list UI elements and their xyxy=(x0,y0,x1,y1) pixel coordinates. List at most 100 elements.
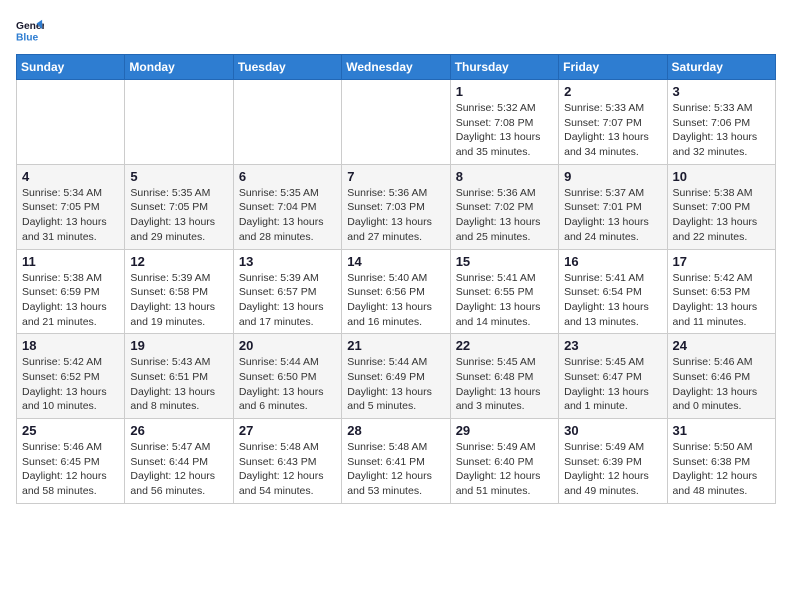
day-number: 21 xyxy=(347,338,444,353)
calendar-cell: 2Sunrise: 5:33 AM Sunset: 7:07 PM Daylig… xyxy=(559,80,667,165)
day-info: Sunrise: 5:48 AM Sunset: 6:43 PM Dayligh… xyxy=(239,440,336,499)
day-number: 1 xyxy=(456,84,553,99)
calendar-day-header: Thursday xyxy=(450,55,558,80)
calendar-week-row: 4 Sunrise: 5:34 AM Sunset: 7:05 PM Daylig… xyxy=(17,164,776,249)
day-number: 11 xyxy=(22,254,119,269)
calendar-cell: 6 Sunrise: 5:35 AM Sunset: 7:04 PM Daylig… xyxy=(233,164,341,249)
day-info: Sunrise: 5:37 AM Sunset: 7:01 PM Dayligh… xyxy=(564,186,661,245)
calendar-cell: 11 Sunrise: 5:38 AM Sunset: 6:59 PM Dayli… xyxy=(17,249,125,334)
day-info: Sunrise: 5:39 AM Sunset: 6:57 PM Dayligh… xyxy=(239,271,336,330)
day-info: Sunrise: 5:45 AM Sunset: 6:48 PM Dayligh… xyxy=(456,355,553,414)
calendar-cell: 29 Sunrise: 5:49 AM Sunset: 6:40 PM Dayli… xyxy=(450,419,558,504)
calendar-cell: 23 Sunrise: 5:45 AM Sunset: 6:47 PM Dayli… xyxy=(559,334,667,419)
calendar-cell: 28Sunrise: 5:48 AM Sunset: 6:41 PM Dayli… xyxy=(342,419,450,504)
calendar-week-row: 1 Sunrise: 5:32 AM Sunset: 7:08 PM Daylig… xyxy=(17,80,776,165)
day-number: 5 xyxy=(130,169,227,184)
day-info: Sunrise: 5:43 AM Sunset: 6:51 PM Dayligh… xyxy=(130,355,227,414)
day-number: 30 xyxy=(564,423,661,438)
day-number: 16 xyxy=(564,254,661,269)
calendar-cell: 17 Sunrise: 5:42 AM Sunset: 6:53 PM Dayli… xyxy=(667,249,775,334)
calendar-body: 1 Sunrise: 5:32 AM Sunset: 7:08 PM Daylig… xyxy=(17,80,776,504)
day-number: 20 xyxy=(239,338,336,353)
day-info: Sunrise: 5:41 AM Sunset: 6:54 PM Dayligh… xyxy=(564,271,661,330)
day-number: 15 xyxy=(456,254,553,269)
calendar-cell xyxy=(342,80,450,165)
day-number: 9 xyxy=(564,169,661,184)
calendar-day-header: Monday xyxy=(125,55,233,80)
calendar-header-row: SundayMondayTuesdayWednesdayThursdayFrid… xyxy=(17,55,776,80)
day-number: 23 xyxy=(564,338,661,353)
calendar-cell: 13 Sunrise: 5:39 AM Sunset: 6:57 PM Dayli… xyxy=(233,249,341,334)
day-info: Sunrise: 5:50 AM Sunset: 6:38 PM Dayligh… xyxy=(673,440,770,499)
day-info: Sunrise: 5:42 AM Sunset: 6:52 PM Dayligh… xyxy=(22,355,119,414)
day-info: Sunrise: 5:49 AM Sunset: 6:39 PM Dayligh… xyxy=(564,440,661,499)
calendar-cell: 3Sunrise: 5:33 AM Sunset: 7:06 PM Daylig… xyxy=(667,80,775,165)
day-info: Sunrise: 5:48 AM Sunset: 6:41 PM Dayligh… xyxy=(347,440,444,499)
calendar-cell: 8 Sunrise: 5:36 AM Sunset: 7:02 PM Daylig… xyxy=(450,164,558,249)
calendar-cell: 14 Sunrise: 5:40 AM Sunset: 6:56 PM Dayli… xyxy=(342,249,450,334)
day-info: Sunrise: 5:38 AM Sunset: 6:59 PM Dayligh… xyxy=(22,271,119,330)
calendar-cell: 10Sunrise: 5:38 AM Sunset: 7:00 PM Dayli… xyxy=(667,164,775,249)
calendar-cell: 12 Sunrise: 5:39 AM Sunset: 6:58 PM Dayli… xyxy=(125,249,233,334)
calendar-cell: 5Sunrise: 5:35 AM Sunset: 7:05 PM Daylig… xyxy=(125,164,233,249)
day-info: Sunrise: 5:40 AM Sunset: 6:56 PM Dayligh… xyxy=(347,271,444,330)
day-info: Sunrise: 5:41 AM Sunset: 6:55 PM Dayligh… xyxy=(456,271,553,330)
day-info: Sunrise: 5:39 AM Sunset: 6:58 PM Dayligh… xyxy=(130,271,227,330)
logo-icon: General Blue xyxy=(16,16,44,44)
calendar-day-header: Saturday xyxy=(667,55,775,80)
day-info: Sunrise: 5:32 AM Sunset: 7:08 PM Dayligh… xyxy=(456,101,553,160)
day-number: 13 xyxy=(239,254,336,269)
day-number: 25 xyxy=(22,423,119,438)
calendar-cell xyxy=(233,80,341,165)
calendar-cell: 22Sunrise: 5:45 AM Sunset: 6:48 PM Dayli… xyxy=(450,334,558,419)
calendar-cell: 24Sunrise: 5:46 AM Sunset: 6:46 PM Dayli… xyxy=(667,334,775,419)
calendar-cell: 31 Sunrise: 5:50 AM Sunset: 6:38 PM Dayli… xyxy=(667,419,775,504)
day-number: 26 xyxy=(130,423,227,438)
day-number: 14 xyxy=(347,254,444,269)
calendar-cell: 21 Sunrise: 5:44 AM Sunset: 6:49 PM Dayli… xyxy=(342,334,450,419)
day-info: Sunrise: 5:42 AM Sunset: 6:53 PM Dayligh… xyxy=(673,271,770,330)
day-number: 31 xyxy=(673,423,770,438)
day-info: Sunrise: 5:36 AM Sunset: 7:02 PM Dayligh… xyxy=(456,186,553,245)
calendar-cell: 26Sunrise: 5:47 AM Sunset: 6:44 PM Dayli… xyxy=(125,419,233,504)
day-number: 8 xyxy=(456,169,553,184)
day-number: 6 xyxy=(239,169,336,184)
day-info: Sunrise: 5:34 AM Sunset: 7:05 PM Dayligh… xyxy=(22,186,119,245)
day-info: Sunrise: 5:36 AM Sunset: 7:03 PM Dayligh… xyxy=(347,186,444,245)
day-info: Sunrise: 5:49 AM Sunset: 6:40 PM Dayligh… xyxy=(456,440,553,499)
calendar-day-header: Sunday xyxy=(17,55,125,80)
calendar-day-header: Wednesday xyxy=(342,55,450,80)
calendar-day-header: Tuesday xyxy=(233,55,341,80)
day-info: Sunrise: 5:45 AM Sunset: 6:47 PM Dayligh… xyxy=(564,355,661,414)
calendar-cell: 7 Sunrise: 5:36 AM Sunset: 7:03 PM Daylig… xyxy=(342,164,450,249)
calendar-cell: 27 Sunrise: 5:48 AM Sunset: 6:43 PM Dayli… xyxy=(233,419,341,504)
day-number: 17 xyxy=(673,254,770,269)
calendar-week-row: 11 Sunrise: 5:38 AM Sunset: 6:59 PM Dayli… xyxy=(17,249,776,334)
calendar-cell: 1 Sunrise: 5:32 AM Sunset: 7:08 PM Daylig… xyxy=(450,80,558,165)
day-number: 29 xyxy=(456,423,553,438)
day-info: Sunrise: 5:44 AM Sunset: 6:49 PM Dayligh… xyxy=(347,355,444,414)
calendar-table: SundayMondayTuesdayWednesdayThursdayFrid… xyxy=(16,54,776,504)
page-header: General Blue xyxy=(16,16,776,44)
calendar-cell: 19 Sunrise: 5:43 AM Sunset: 6:51 PM Dayli… xyxy=(125,334,233,419)
day-number: 4 xyxy=(22,169,119,184)
calendar-day-header: Friday xyxy=(559,55,667,80)
day-number: 3 xyxy=(673,84,770,99)
day-info: Sunrise: 5:35 AM Sunset: 7:04 PM Dayligh… xyxy=(239,186,336,245)
calendar-week-row: 25 Sunrise: 5:46 AM Sunset: 6:45 PM Dayli… xyxy=(17,419,776,504)
day-info: Sunrise: 5:44 AM Sunset: 6:50 PM Dayligh… xyxy=(239,355,336,414)
day-info: Sunrise: 5:46 AM Sunset: 6:45 PM Dayligh… xyxy=(22,440,119,499)
calendar-cell: 16 Sunrise: 5:41 AM Sunset: 6:54 PM Dayli… xyxy=(559,249,667,334)
calendar-cell: 25 Sunrise: 5:46 AM Sunset: 6:45 PM Dayli… xyxy=(17,419,125,504)
day-number: 12 xyxy=(130,254,227,269)
svg-text:Blue: Blue xyxy=(16,32,39,43)
calendar-cell: 18Sunrise: 5:42 AM Sunset: 6:52 PM Dayli… xyxy=(17,334,125,419)
calendar-cell xyxy=(17,80,125,165)
logo: General Blue xyxy=(16,16,48,44)
calendar-cell: 9 Sunrise: 5:37 AM Sunset: 7:01 PM Daylig… xyxy=(559,164,667,249)
day-info: Sunrise: 5:33 AM Sunset: 7:07 PM Dayligh… xyxy=(564,101,661,160)
day-number: 7 xyxy=(347,169,444,184)
calendar-cell: 30 Sunrise: 5:49 AM Sunset: 6:39 PM Dayli… xyxy=(559,419,667,504)
day-number: 19 xyxy=(130,338,227,353)
day-number: 27 xyxy=(239,423,336,438)
